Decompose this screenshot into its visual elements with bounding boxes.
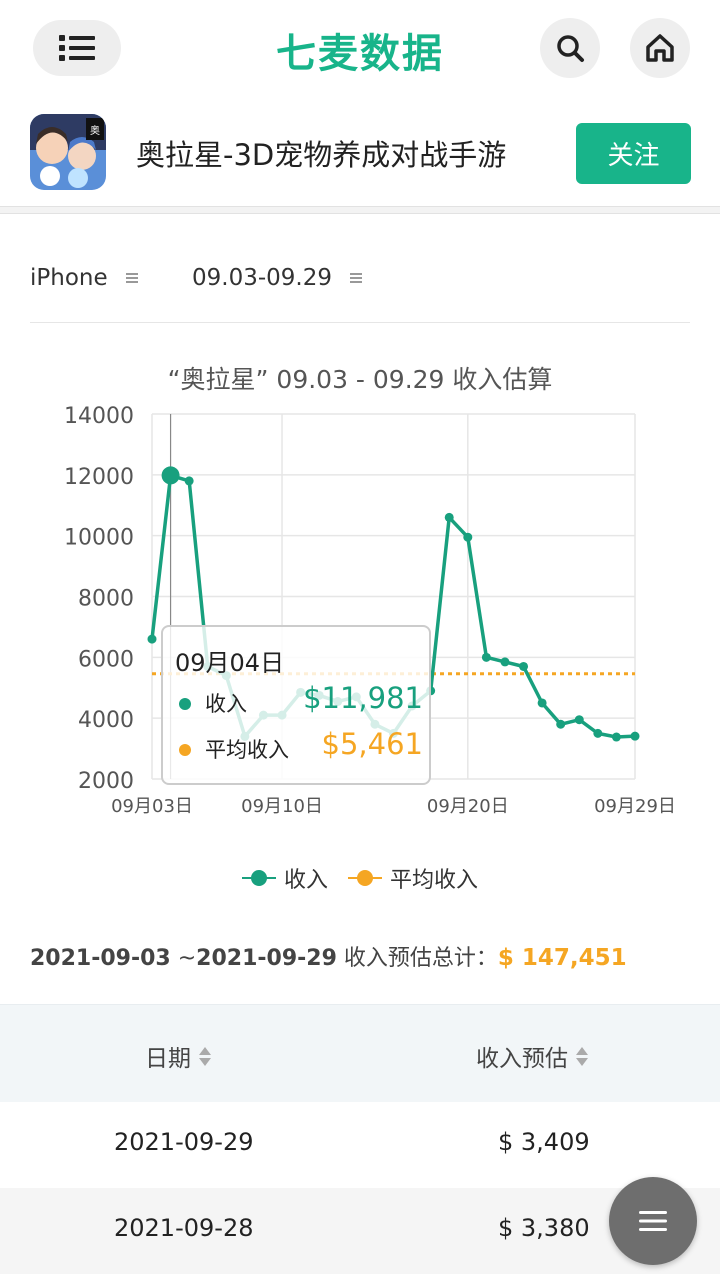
data-point [463,532,473,542]
data-point [147,634,157,644]
search-button[interactable] [540,18,600,78]
revenue-column-header[interactable]: 收入预估 [476,1039,588,1073]
row-revenue: $ 3,409 [498,1128,590,1156]
row-date: 2021-09-29 [114,1128,254,1156]
legend-revenue-marker [241,868,276,888]
date-header-label: 日期 [145,1046,191,1072]
y-tick-label: 8000 [78,587,134,612]
top-bar: 七麦数据 [0,0,720,100]
data-point [500,657,510,667]
logo[interactable]: 七麦数据 [0,20,720,80]
revenue-summary: 2021-09-03 ~2021-09-29 收入预估总计：$ 147,451 [30,940,627,972]
highlighted-data-point [161,466,180,485]
table-header: 日期 收入预估 [0,1004,720,1102]
filter-divider [30,322,690,323]
data-point [611,732,621,742]
floating-menu-button[interactable] [609,1177,697,1265]
hamburger-icon [639,1211,667,1231]
tooltip-revenue-value: $11,981 [303,681,423,715]
tooltip-revenue-label: 收入 [205,692,247,716]
app-title: 奥拉星-3D宠物养成对战手游 [136,138,507,172]
summary-start-date: 2021-09-03 [30,946,171,971]
filter-menu-icon [125,271,138,285]
home-icon [646,34,674,62]
x-tick-label: 09月20日 [427,796,509,817]
row-revenue: $ 3,380 [498,1214,590,1242]
y-tick-label: 10000 [64,526,134,551]
y-tick-label: 4000 [78,708,134,733]
date-column-header[interactable]: 日期 [145,1039,211,1073]
revenue-header-label: 收入预估 [476,1046,568,1072]
summary-end-date: 2021-09-29 [196,946,337,971]
legend-average-label: 平均收入 [390,868,479,893]
device-filter[interactable]: iPhone [30,265,138,291]
device-filter-label: iPhone [30,265,108,291]
filter-bar: iPhone 09.03-09.29 [30,255,690,307]
x-tick-label: 09月03日 [111,796,193,817]
row-date: 2021-09-28 [114,1214,254,1242]
summary-label: 收入预估总计： [336,946,498,971]
tooltip-average-row: 平均收入 $5,461 [177,727,423,771]
legend-average-marker [348,868,382,888]
tooltip-revenue-dot [179,698,191,710]
data-point [481,652,491,662]
svg-text:奥: 奥 [90,124,100,137]
data-point [630,731,640,741]
y-tick-label: 6000 [78,647,134,672]
tooltip-average-label: 平均收入 [205,738,289,762]
data-point [574,715,584,725]
table-row: 2021-09-29 $ 3,409 [0,1102,720,1188]
x-tick-label: 09月29日 [594,796,676,817]
search-icon [557,35,584,62]
sort-icon [576,1046,588,1066]
legend-revenue-label: 收入 [283,868,328,893]
data-point [556,719,566,729]
x-tick-label: 09月10日 [241,796,323,817]
app-icon[interactable]: 奥 [30,114,106,190]
data-point [537,698,547,708]
data-point [519,661,529,671]
summary-total: $ 147,451 [497,945,627,971]
tooltip-date: 09月04日 [175,649,285,677]
app-header: 奥 奥拉星-3D宠物养成对战手游 关注 [0,108,720,204]
logo-text: 七麦数据 [276,31,444,77]
legend-average[interactable]: 平均收入 [348,862,478,894]
chart-legend: 收入 平均收入 [0,860,720,896]
tooltip-average-dot [179,744,191,756]
y-tick-label: 12000 [64,465,134,490]
data-point [444,512,454,522]
y-tick-label: 14000 [64,404,134,429]
data-point [593,728,603,738]
y-tick-label: 2000 [78,769,134,794]
home-button[interactable] [630,18,690,78]
chart-tooltip: 09月04日 收入 $11,981 平均收入 $5,461 [161,625,431,785]
legend-revenue[interactable]: 收入 [241,862,328,894]
date-range-filter[interactable]: 09.03-09.29 [192,265,362,291]
data-point [184,476,194,486]
tooltip-average-value: $5,461 [321,727,423,761]
filter-menu-icon [350,271,362,285]
follow-button[interactable]: 关注 [576,123,691,184]
date-range-label: 09.03-09.29 [192,265,332,291]
sort-icon [199,1046,211,1066]
section-divider [0,206,720,214]
summary-separator: ~ [170,946,197,971]
tooltip-revenue-row: 收入 $11,981 [177,681,423,725]
